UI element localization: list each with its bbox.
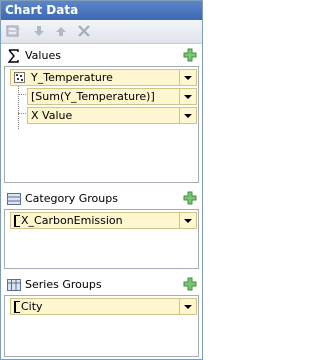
category-group-field[interactable]: X_CarbonEmission	[10, 212, 197, 229]
x-value-label: X Value	[31, 109, 73, 122]
values-section-header: Values	[1, 45, 202, 67]
toolbar	[1, 20, 202, 44]
add-category-group-icon[interactable]	[183, 191, 197, 205]
group-bracket-icon	[14, 215, 20, 227]
x-value-dropdown[interactable]	[179, 108, 196, 123]
move-up-icon[interactable]	[53, 23, 69, 39]
move-down-icon[interactable]	[31, 23, 47, 39]
category-group-label: X_CarbonEmission	[21, 214, 123, 227]
y-value-dropdown[interactable]	[179, 89, 196, 104]
category-groups-icon	[7, 192, 21, 206]
x-value-field[interactable]: X Value	[27, 107, 197, 124]
group-bracket-icon	[14, 301, 20, 313]
category-group-dropdown[interactable]	[179, 213, 196, 228]
properties-icon[interactable]	[6, 23, 22, 39]
y-value-field[interactable]: [Sum(Y_Temperature)]	[27, 88, 197, 105]
delete-icon[interactable]	[76, 23, 92, 39]
add-series-group-icon[interactable]	[183, 277, 197, 291]
category-groups-label: Category Groups	[25, 192, 118, 205]
value-series-dropdown[interactable]	[179, 70, 196, 85]
values-well: Y_Temperature [Sum(Y_Temperature)] X Val…	[4, 66, 199, 183]
series-groups-well: City	[4, 295, 199, 357]
panel-title: Chart Data	[1, 1, 202, 20]
value-series-field[interactable]: Y_Temperature	[10, 69, 197, 86]
value-series-label: Y_Temperature	[31, 71, 113, 84]
series-groups-label: Series Groups	[25, 278, 102, 291]
sigma-icon	[7, 49, 21, 63]
series-groups-icon	[7, 278, 21, 292]
series-group-label: City	[21, 300, 43, 313]
series-group-field[interactable]: City	[10, 298, 197, 315]
chart-data-panel: Chart Data Values Y_Temperature [Sum(Y_T…	[0, 0, 203, 360]
y-value-label: [Sum(Y_Temperature)]	[31, 90, 155, 103]
series-group-dropdown[interactable]	[179, 299, 196, 314]
category-groups-header: Category Groups	[1, 188, 202, 210]
series-groups-header: Series Groups	[1, 274, 202, 296]
scatter-chart-icon	[14, 72, 25, 83]
add-value-icon[interactable]	[183, 48, 197, 62]
values-header-label: Values	[25, 49, 61, 62]
category-groups-well: X_CarbonEmission	[4, 209, 199, 269]
